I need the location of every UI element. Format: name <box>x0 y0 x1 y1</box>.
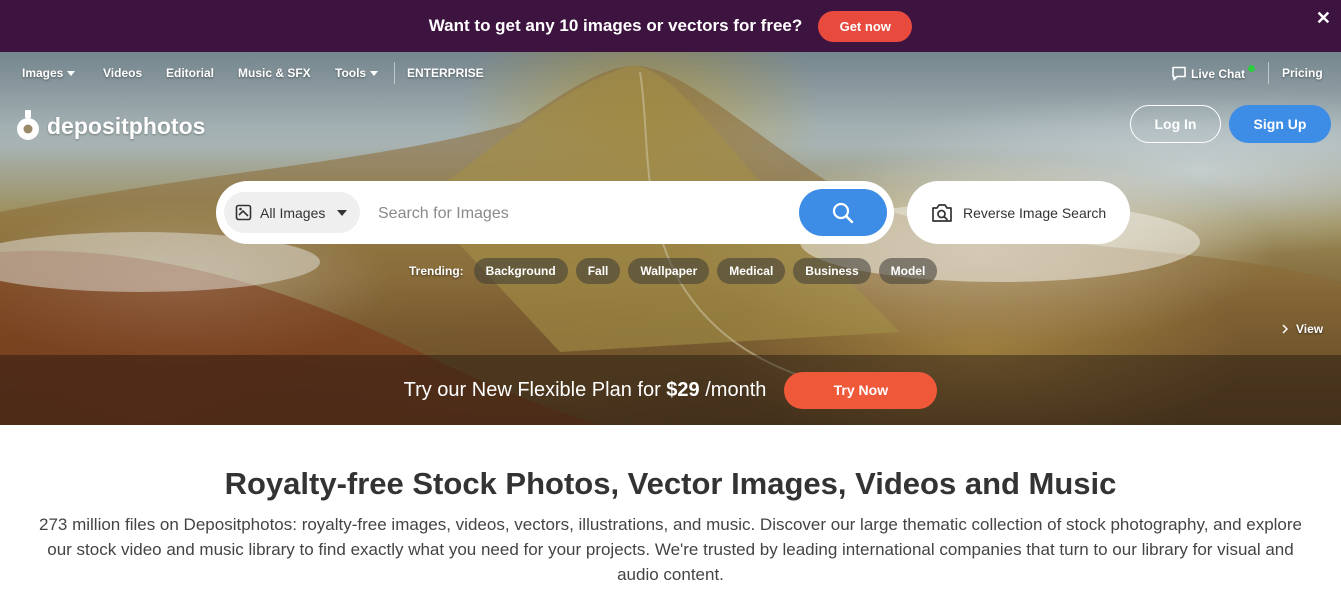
chevron-down-icon <box>67 70 76 76</box>
trending-tag[interactable]: Model <box>878 258 938 284</box>
reverse-image-search-button[interactable]: Reverse Image Search <box>907 181 1130 244</box>
depositphotos-logo[interactable]: depositphotos <box>15 110 205 142</box>
chevron-down-icon <box>370 70 379 76</box>
trending-tag[interactable]: Wallpaper <box>628 258 710 284</box>
live-chat-label: Live Chat <box>1191 66 1246 81</box>
live-chat-link[interactable]: Live Chat <box>1171 65 1256 81</box>
reverse-image-search-label: Reverse Image Search <box>963 204 1107 221</box>
nav-divider <box>1268 62 1269 84</box>
chat-bubble-icon <box>1172 66 1186 81</box>
trending-tag[interactable]: Medical <box>717 258 786 284</box>
page-title: Royalty-free Stock Photos, Vector Images… <box>224 466 1117 501</box>
plan-prefix: Try our New Flexible Plan for <box>403 378 661 401</box>
try-now-button[interactable]: Try Now <box>784 371 938 409</box>
search-icon <box>832 202 854 223</box>
log-in-button[interactable]: Log In <box>1130 105 1221 143</box>
nav-videos[interactable]: Videos <box>103 66 142 80</box>
promo-text: Want to get any 10 images or vectors for… <box>428 16 803 35</box>
page-description: 273 million files on Depositphotos: roya… <box>38 515 1302 584</box>
flexible-plan-bar: Try our New Flexible Plan for $29 /month… <box>0 355 1341 425</box>
close-icon[interactable]: ✕ <box>1316 9 1331 27</box>
search-bar: All Images <box>216 181 894 244</box>
trending-label: Trending: <box>409 264 464 278</box>
logo-text: depositphotos <box>47 112 206 139</box>
image-category-icon <box>235 204 252 221</box>
nav-divider <box>394 62 395 84</box>
plan-text: Try our New Flexible Plan for $29 /month <box>404 379 767 402</box>
chevron-down-icon <box>337 209 348 216</box>
view-image-link[interactable]: View <box>1282 322 1323 336</box>
top-nav: Images Videos Editorial Music & SFX Tool… <box>0 52 1341 92</box>
camera-search-icon <box>932 203 952 222</box>
online-status-dot <box>1248 65 1256 72</box>
get-now-button[interactable]: Get now <box>818 10 913 42</box>
nav-images-label: Images <box>22 66 64 80</box>
nav-tools[interactable]: Tools <box>335 66 379 80</box>
nav-tools-label: Tools <box>335 66 367 80</box>
view-label: View <box>1296 322 1324 336</box>
nav-pricing[interactable]: Pricing <box>1282 66 1323 80</box>
trending-tag[interactable]: Background <box>473 258 568 284</box>
nav-editorial[interactable]: Editorial <box>166 66 214 80</box>
trending-tag[interactable]: Fall <box>575 258 621 284</box>
search-input[interactable] <box>376 194 790 233</box>
search-button[interactable] <box>799 189 887 236</box>
nav-images[interactable]: Images <box>22 66 76 80</box>
promo-bar: Want to get any 10 images or vectors for… <box>0 0 1341 52</box>
category-select-label: All Images <box>260 204 326 221</box>
depositphotos-logo-icon <box>17 110 39 140</box>
plan-suffix: /month <box>705 378 767 401</box>
category-select[interactable]: All Images <box>224 192 360 233</box>
chevron-right-icon <box>1282 324 1288 334</box>
trending-tags: Trending: Background Fall Wallpaper Medi… <box>409 258 938 284</box>
plan-price: $29 <box>666 378 700 401</box>
nav-enterprise[interactable]: ENTERPRISE <box>407 66 484 80</box>
nav-music-sfx[interactable]: Music & SFX <box>238 66 311 80</box>
trending-tag[interactable]: Business <box>793 258 871 284</box>
sign-up-button[interactable]: Sign Up <box>1229 105 1331 143</box>
